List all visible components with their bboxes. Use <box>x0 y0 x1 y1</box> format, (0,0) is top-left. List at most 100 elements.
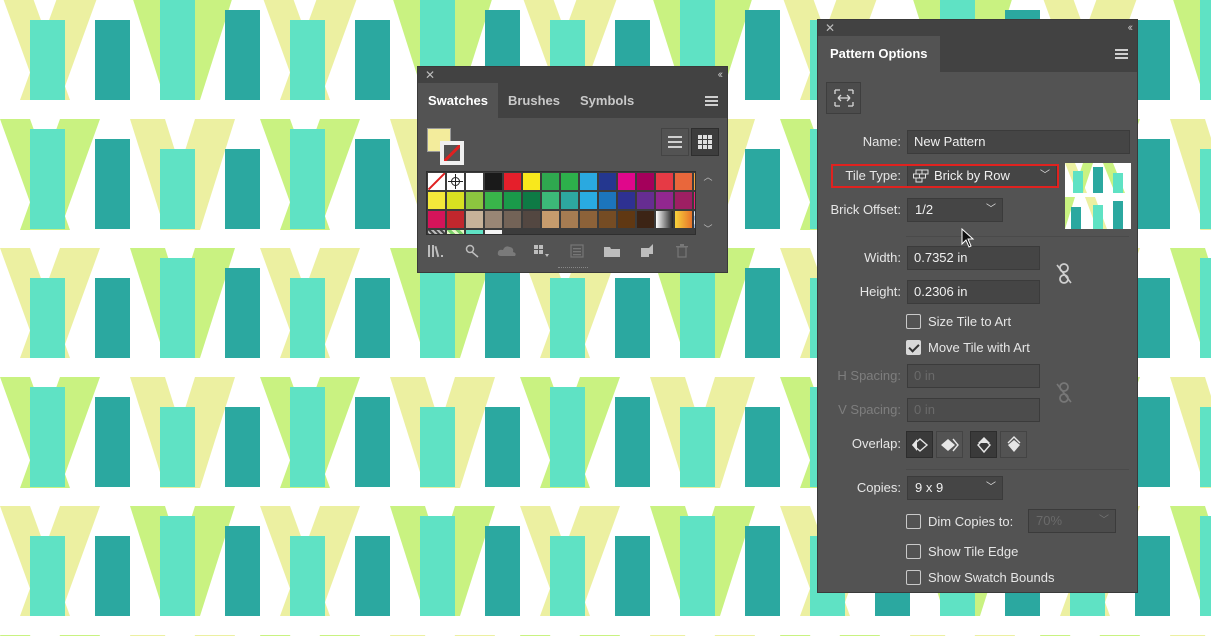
thumbnail-view-button[interactable] <box>691 128 719 156</box>
swatch-chip[interactable] <box>504 192 521 209</box>
show-tile-edge-row[interactable]: Show Tile Edge <box>906 542 1018 560</box>
swatch-chip[interactable] <box>447 211 464 228</box>
new-color-group-icon[interactable] <box>601 243 623 259</box>
swatch-chip[interactable] <box>485 173 502 190</box>
swatch-chip[interactable] <box>561 211 578 228</box>
swatch-chip[interactable] <box>466 211 483 228</box>
swatch-chip[interactable] <box>675 192 692 209</box>
tab-pattern-options[interactable]: Pattern Options <box>818 36 940 72</box>
swatch-chip[interactable] <box>466 192 483 209</box>
close-icon[interactable]: ✕ <box>825 21 835 35</box>
bottom-in-front-button[interactable] <box>1000 431 1027 458</box>
move-tile-with-art-checkbox[interactable] <box>906 339 921 355</box>
move-tile-with-art-row[interactable]: Move Tile with Art <box>906 338 1030 356</box>
swatch-chip[interactable] <box>466 173 483 190</box>
swatch-kind-menu-icon[interactable] <box>531 243 553 259</box>
place-swatch-icon[interactable] <box>461 243 483 259</box>
dim-copies-row[interactable]: Dim Copies to: <box>906 512 1013 530</box>
swatch-chip[interactable] <box>618 192 635 209</box>
height-input[interactable]: 0.2306 in <box>907 280 1040 304</box>
new-swatch-icon[interactable] <box>636 243 658 259</box>
swatch-chip[interactable] <box>618 173 635 190</box>
swatch-scrollbar[interactable]: ︿ ﹀ <box>700 171 716 235</box>
swatch-chip[interactable] <box>485 211 502 228</box>
swatches-toolbar <box>426 242 719 260</box>
panel-menu-icon[interactable] <box>1115 49 1128 59</box>
swatch-chip[interactable] <box>542 192 559 209</box>
fill-stroke-indicator[interactable] <box>427 128 467 168</box>
cc-libraries-icon[interactable] <box>496 243 518 259</box>
tab-symbols[interactable]: Symbols <box>570 83 644 118</box>
left-in-front-button[interactable] <box>906 431 933 458</box>
swatch-chip[interactable] <box>447 230 464 234</box>
width-input[interactable]: 0.7352 in <box>907 246 1040 270</box>
swatch-chip[interactable] <box>561 192 578 209</box>
list-view-button[interactable] <box>661 128 689 156</box>
show-swatch-bounds-checkbox[interactable] <box>906 569 921 585</box>
swatch-chip[interactable] <box>599 211 616 228</box>
size-tile-to-art-checkbox[interactable] <box>906 313 921 329</box>
swatch-chip[interactable] <box>656 211 673 228</box>
brick-offset-dropdown[interactable]: 1/2 ﹀ <box>907 198 1003 222</box>
swatch-chip[interactable] <box>466 230 483 234</box>
swatches-panel-titlebar[interactable]: ✕ ‹‹ <box>418 67 727 83</box>
swatch-chip[interactable] <box>694 211 695 228</box>
swatch-chip[interactable] <box>428 211 445 228</box>
swatches-panel: ✕ ‹‹ Swatches Brushes Symbols ︿ ﹀ <box>417 66 728 273</box>
swatch-chip[interactable] <box>428 230 445 234</box>
swatch-chip[interactable] <box>542 211 559 228</box>
scroll-up-icon[interactable]: ︿ <box>700 171 716 183</box>
swatch-chip[interactable] <box>675 173 692 190</box>
none-swatch[interactable] <box>428 173 445 190</box>
swatch-chip[interactable] <box>523 192 540 209</box>
panel-menu-icon[interactable] <box>705 96 718 106</box>
swatch-libraries-icon[interactable] <box>426 243 448 259</box>
swatch-chip[interactable] <box>561 173 578 190</box>
top-in-front-button[interactable] <box>970 431 997 458</box>
pattern-preview-thumbnail <box>1065 163 1131 229</box>
copies-dropdown[interactable]: 9 x 9 ﹀ <box>907 476 1003 500</box>
swatch-chip[interactable] <box>485 192 502 209</box>
swatch-chip[interactable] <box>637 173 654 190</box>
resize-grip[interactable] <box>558 267 588 270</box>
swatch-chip[interactable] <box>656 173 673 190</box>
swatch-chip[interactable] <box>599 192 616 209</box>
stroke-swatch[interactable] <box>440 141 464 165</box>
swatch-chip[interactable] <box>580 173 597 190</box>
swatch-chip[interactable] <box>485 230 502 234</box>
right-in-front-button[interactable] <box>936 431 963 458</box>
swatch-chip[interactable] <box>542 173 559 190</box>
collapse-icon[interactable]: ‹‹ <box>718 68 724 82</box>
close-icon[interactable]: ✕ <box>425 68 435 82</box>
swatch-chip[interactable] <box>580 192 597 209</box>
registration-swatch[interactable] <box>447 173 464 190</box>
swatch-chip[interactable] <box>447 192 464 209</box>
swatch-chip[interactable] <box>523 173 540 190</box>
show-swatch-bounds-row[interactable]: Show Swatch Bounds <box>906 568 1054 586</box>
swatch-chip[interactable] <box>694 192 695 209</box>
tab-swatches[interactable]: Swatches <box>418 83 498 118</box>
swatch-chip[interactable] <box>504 211 521 228</box>
collapse-icon[interactable]: ‹‹ <box>1128 21 1134 35</box>
name-input[interactable]: New Pattern <box>907 130 1130 154</box>
dim-copies-checkbox[interactable] <box>906 513 921 529</box>
swatch-chip[interactable] <box>428 192 445 209</box>
swatch-chip[interactable] <box>637 211 654 228</box>
unlink-proportions-icon[interactable] <box>1054 262 1074 286</box>
scroll-down-icon[interactable]: ﹀ <box>700 223 716 235</box>
swatch-chip[interactable] <box>523 211 540 228</box>
size-tile-to-art-row[interactable]: Size Tile to Art <box>906 312 1011 330</box>
pattern-panel-titlebar[interactable]: ✕ ‹‹ <box>818 20 1137 36</box>
swatch-chip[interactable] <box>656 192 673 209</box>
swatch-chip[interactable] <box>637 192 654 209</box>
tile-editing-button[interactable] <box>826 82 861 114</box>
tab-brushes[interactable]: Brushes <box>498 83 570 118</box>
swatch-chip[interactable] <box>694 173 695 190</box>
swatch-chip[interactable] <box>618 211 635 228</box>
swatch-chip[interactable] <box>675 211 692 228</box>
swatch-chip[interactable] <box>504 173 521 190</box>
show-tile-edge-checkbox[interactable] <box>906 543 921 559</box>
tile-type-dropdown[interactable]: Brick by Row ﹀ <box>907 164 1057 188</box>
swatch-chip[interactable] <box>580 211 597 228</box>
swatch-chip[interactable] <box>599 173 616 190</box>
